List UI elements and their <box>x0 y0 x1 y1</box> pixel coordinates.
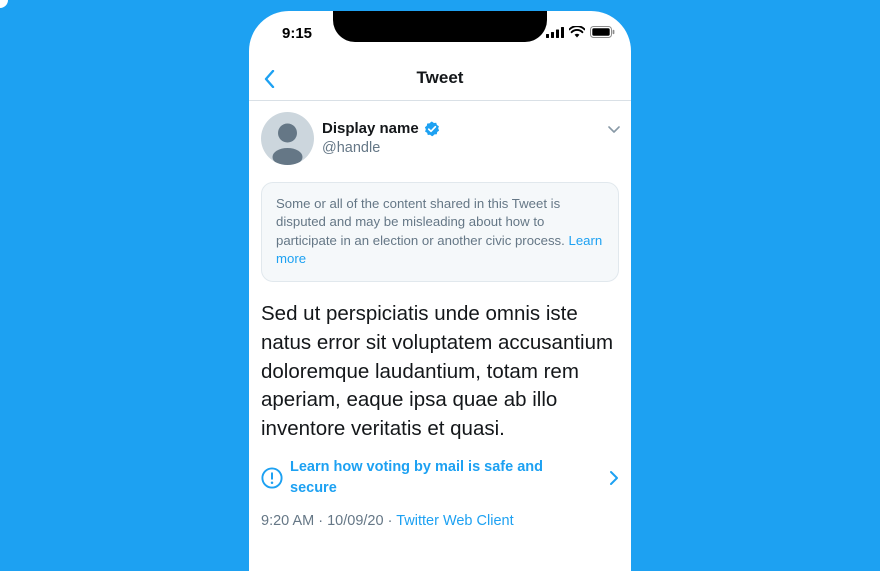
tweet-date: 10/09/20 <box>327 513 384 529</box>
meta-separator: · <box>318 513 324 529</box>
phone-notch <box>333 11 547 42</box>
default-profile-icon <box>272 123 303 165</box>
user-handle[interactable]: @handle <box>322 140 380 156</box>
signal-icon <box>546 26 564 38</box>
display-name-text: Display name <box>322 120 419 137</box>
phone-frame: 9:15 Tweet Display name @handle Some or … <box>249 11 631 571</box>
avatar[interactable] <box>261 112 314 165</box>
tweet-text: Sed ut perspiciatis unde omnis iste natu… <box>261 302 614 441</box>
display-name[interactable]: Display name <box>322 120 440 137</box>
tweet-metadata: 9:20 AM · 10/09/20 · Twitter Web Client <box>261 513 514 529</box>
status-icons <box>546 26 615 38</box>
tweet-client-link[interactable]: Twitter Web Client <box>396 513 513 529</box>
notice-text: Some or all of the content shared in thi… <box>276 196 565 248</box>
corner-decoration <box>0 0 8 8</box>
status-time: 9:15 <box>282 25 313 42</box>
wifi-icon <box>569 26 585 38</box>
chevron-right-icon <box>610 471 618 485</box>
verified-badge-icon <box>424 121 439 136</box>
tweet-time: 9:20 AM <box>261 513 315 529</box>
meta-separator: · <box>387 513 393 529</box>
battery-icon <box>590 26 615 38</box>
page-title: Tweet <box>416 68 464 87</box>
navigation-bar: Tweet <box>249 59 631 101</box>
alert-circle-icon <box>261 467 283 489</box>
misleading-content-notice: Some or all of the content shared in thi… <box>261 182 619 282</box>
voting-info-text: Learn how voting by mail is safe and sec… <box>290 459 543 496</box>
tweet-menu-button[interactable] <box>605 122 623 136</box>
voting-info-link[interactable]: Learn how voting by mail is safe and sec… <box>261 457 619 501</box>
caret-down-icon <box>608 126 620 133</box>
